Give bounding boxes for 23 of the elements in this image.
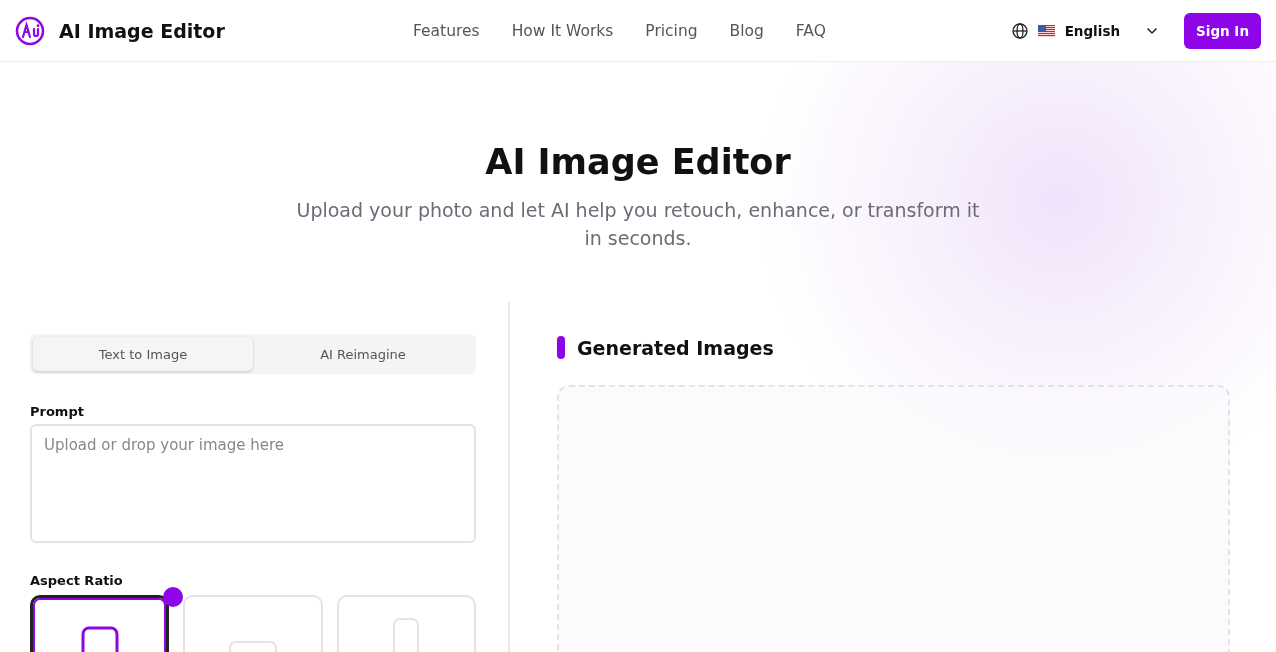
section-title: Generated Images xyxy=(577,336,774,359)
sign-in-button[interactable]: Sign In xyxy=(1184,12,1261,49)
mode-tab[interactable]: AI Reimagine xyxy=(253,337,473,371)
accent-bar xyxy=(557,336,565,359)
page-subtitle: Upload your photo and let AI help you retouch, enhance, or transform it in seconds. xyxy=(295,198,981,251)
brand-name: AI Image Editor xyxy=(59,19,225,42)
logo-icon xyxy=(15,15,45,46)
page-title: AI Image Editor xyxy=(485,142,791,182)
selected-dot xyxy=(163,587,184,607)
nav-link[interactable]: Blog xyxy=(729,21,764,40)
mode-tab[interactable]: Text to Image xyxy=(33,337,253,371)
nav-link[interactable]: Pricing xyxy=(645,21,698,40)
field-label: Aspect Ratio xyxy=(30,573,124,588)
aspect-ratio-option[interactable] xyxy=(30,595,170,652)
nav-link[interactable]: FAQ xyxy=(795,21,826,40)
nav-link[interactable]: Features xyxy=(413,21,480,40)
globe-icon[interactable] xyxy=(1011,22,1028,39)
prompt-field[interactable]: Upload or drop your image here xyxy=(30,424,476,543)
chevron-down-icon[interactable] xyxy=(1146,26,1159,35)
field-label: Prompt xyxy=(30,404,85,419)
flag-icon xyxy=(1037,24,1055,37)
nav-link[interactable]: How It Works xyxy=(511,21,614,40)
language-selector[interactable]: English xyxy=(1064,22,1121,39)
